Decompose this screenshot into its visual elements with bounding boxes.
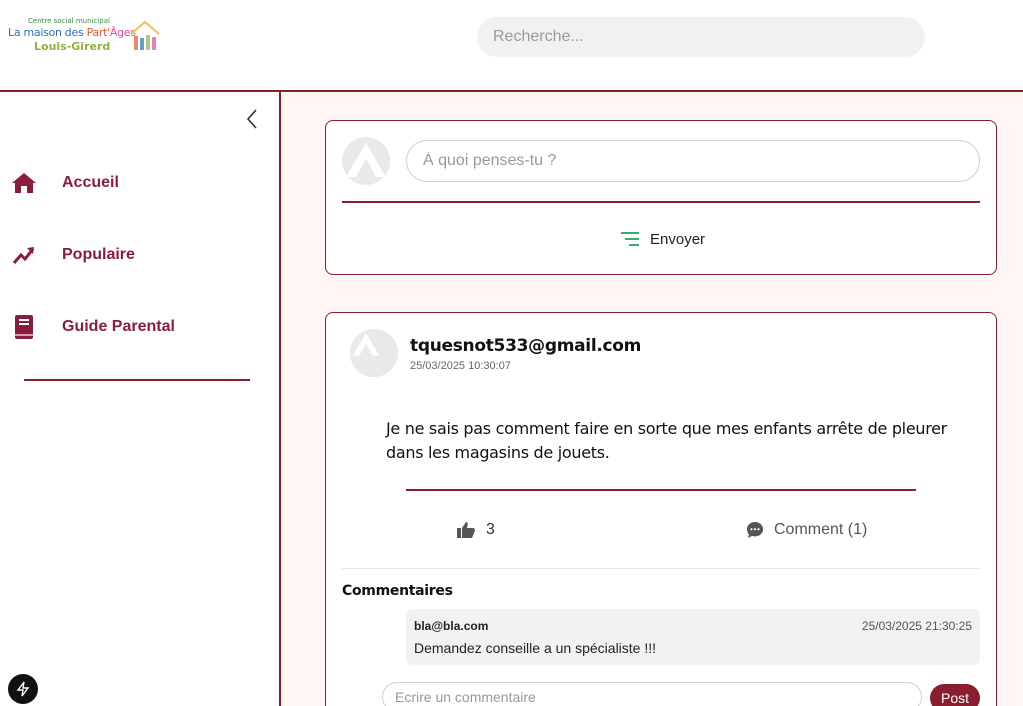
search-input[interactable] [477, 17, 925, 57]
sidebar-item-label: Populaire [62, 246, 135, 263]
comment-text: Demandez conseille a un spécialiste !!! [414, 640, 657, 656]
avatar [350, 329, 398, 377]
like-button[interactable]: 3 [456, 521, 495, 539]
bolt-icon [16, 681, 30, 697]
main-feed: Envoyer tquesnot533@gmail.com 25/03/2025… [281, 92, 1023, 706]
post-card: tquesnot533@gmail.com 25/03/2025 10:30:0… [325, 312, 997, 706]
comment-author: bla@bla.com [414, 619, 489, 633]
thumbs-up-icon [457, 522, 475, 538]
logo-line1: Centre social municipal [28, 17, 110, 25]
new-comment-input[interactable] [382, 682, 922, 706]
post-composer: Envoyer [325, 120, 997, 275]
book-icon [10, 313, 38, 341]
composer-input[interactable] [406, 140, 980, 182]
chat-bubble-icon [747, 522, 763, 538]
sidebar-item-label: Guide Parental [62, 318, 175, 335]
post-date: 25/03/2025 10:30:07 [410, 360, 511, 372]
trending-icon [10, 241, 38, 269]
post-comment-button[interactable]: Post [930, 684, 980, 706]
send-button[interactable]: Envoyer [620, 227, 705, 251]
sidebar-item-label: Accueil [62, 174, 119, 191]
comment-label: Comment (1) [774, 521, 868, 538]
comments-divider [342, 568, 980, 569]
composer-divider [342, 201, 980, 203]
home-icon [10, 169, 38, 197]
avatar [342, 137, 390, 185]
send-label: Envoyer [650, 230, 706, 248]
post-divider [406, 489, 916, 491]
logo-line2: La maison des Part'Âges [8, 26, 136, 39]
logo-line3: Louis-Girerd [34, 40, 111, 53]
logo[interactable]: Centre social municipal La maison des Pa… [6, 14, 166, 58]
sidebar-item-accueil[interactable]: Accueil [10, 168, 119, 198]
header: Centre social municipal La maison des Pa… [0, 0, 1023, 92]
comment-item: bla@bla.com 25/03/2025 21:30:25 Demandez… [406, 609, 980, 665]
comment-date: 25/03/2025 21:30:25 [861, 619, 972, 633]
comments-title: Commentaires [342, 583, 453, 599]
menu-lines-icon [621, 232, 639, 246]
sidebar: Accueil Populaire Guide Parental [0, 92, 281, 706]
house-logo-icon [130, 20, 160, 50]
post-author[interactable]: tquesnot533@gmail.com [410, 336, 641, 356]
like-count: 3 [486, 521, 495, 538]
bolt-button[interactable] [8, 674, 38, 704]
comment-button[interactable]: Comment (1) [746, 521, 867, 539]
sidebar-divider [24, 379, 250, 381]
chevron-left-icon[interactable] [244, 108, 260, 130]
sidebar-item-populaire[interactable]: Populaire [10, 240, 135, 270]
sidebar-item-guide-parental[interactable]: Guide Parental [10, 312, 175, 342]
post-body: Je ne sais pas comment faire en sorte qu… [386, 419, 947, 462]
